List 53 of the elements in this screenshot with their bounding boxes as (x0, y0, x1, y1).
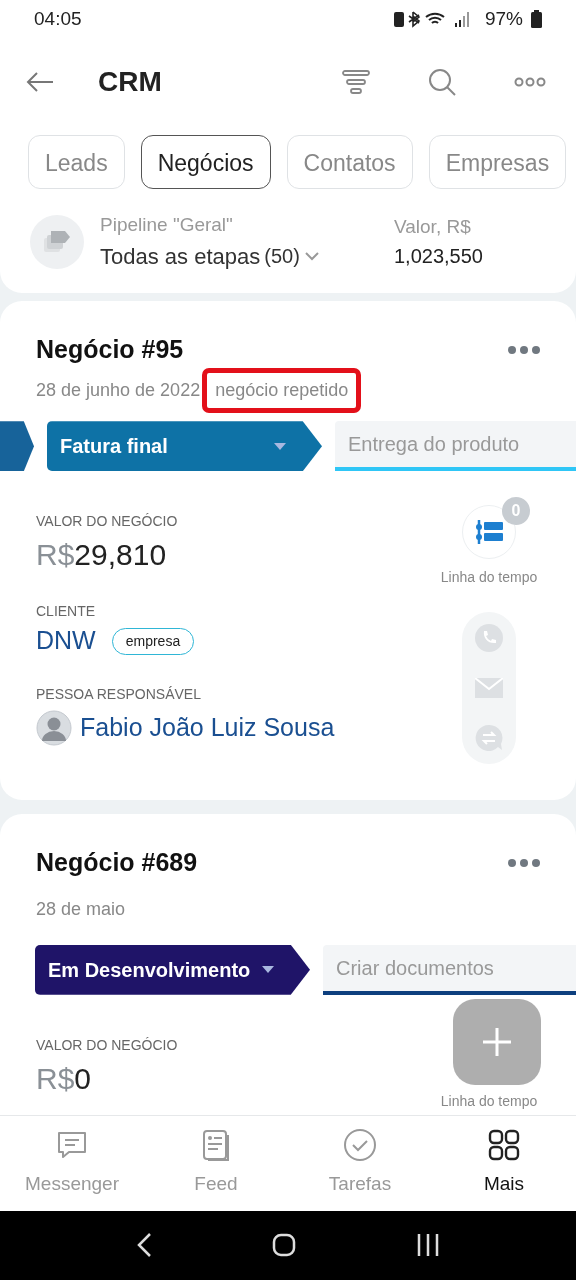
avatar (36, 709, 72, 746)
nav-item[interactable]: Mais (439, 1126, 569, 1200)
deal-amount: R$29,810 (36, 537, 168, 574)
back-nav-icon[interactable] (136, 1232, 152, 1259)
deal-title: Negócio #689 (36, 847, 198, 879)
battery-icon (531, 10, 542, 29)
tab[interactable]: Leads (28, 134, 125, 190)
field-label: CLIENTE (36, 602, 97, 622)
search-icon[interactable] (428, 67, 456, 96)
filter-icon[interactable] (342, 68, 370, 95)
screen-title: CRM (98, 64, 162, 99)
stage-dropdown[interactable]: Em Desenvolvimento (35, 944, 310, 995)
caret-icon (274, 442, 286, 450)
timeline-icon (474, 518, 504, 547)
stage-dropdown[interactable]: Todas as etapas (50) (100, 239, 320, 273)
tab[interactable]: Contatos (286, 134, 413, 190)
status-time: 04:05 (34, 6, 82, 31)
tab[interactable]: Negócios (140, 134, 271, 190)
deal-date: 28 de junho de 2022 (36, 379, 201, 403)
deal-title: Negócio #95 (36, 333, 184, 365)
home-nav-icon[interactable] (272, 1233, 296, 1258)
deal-date: 28 de maio (36, 897, 126, 921)
deal-amount: R$0 (36, 1060, 93, 1097)
add-button[interactable] (453, 999, 541, 1086)
tab[interactable]: Empresas (428, 134, 567, 190)
check-circle-icon (342, 1127, 378, 1164)
more-icon[interactable] (514, 76, 546, 87)
nav-item[interactable]: Messenger (7, 1126, 137, 1200)
timeline-label: Linha do tempo (440, 1091, 538, 1111)
next-stage[interactable]: Entrega do produto (335, 421, 576, 472)
battery-percent: 97% (484, 6, 523, 31)
value-label: Valor, R$ (394, 214, 472, 239)
caret-icon (262, 966, 274, 974)
more-icon[interactable] (508, 345, 540, 354)
field-label: VALOR DO NEGÓCIO (36, 512, 179, 532)
field-label: VALOR DO NEGÓCIO (36, 1035, 179, 1055)
chevron-down-icon (303, 251, 320, 262)
nav-item[interactable]: Tarefas (295, 1126, 425, 1200)
pipeline-label: Pipeline "Geral" (100, 213, 234, 238)
timeline-label: Linha do tempo (440, 568, 538, 588)
more-icon[interactable] (508, 859, 540, 868)
recents-nav-icon[interactable] (416, 1233, 440, 1258)
count-badge: 0 (502, 497, 530, 526)
next-stage[interactable]: Criar documentos (323, 944, 576, 995)
stage-dropdown[interactable]: Fatura final (47, 421, 322, 472)
plus-icon (481, 1026, 513, 1059)
duplicate-tag: negócio repetido (202, 368, 362, 414)
back-icon[interactable] (26, 71, 54, 92)
client-link[interactable]: DNW (36, 622, 96, 660)
person-link[interactable]: Fabio João Luiz Sousa (80, 708, 335, 747)
field-label: PESSOA RESPONSÁVEL (36, 684, 202, 704)
total-value: 1,023,550 (394, 244, 483, 270)
nav-item[interactable]: Feed (151, 1126, 281, 1200)
